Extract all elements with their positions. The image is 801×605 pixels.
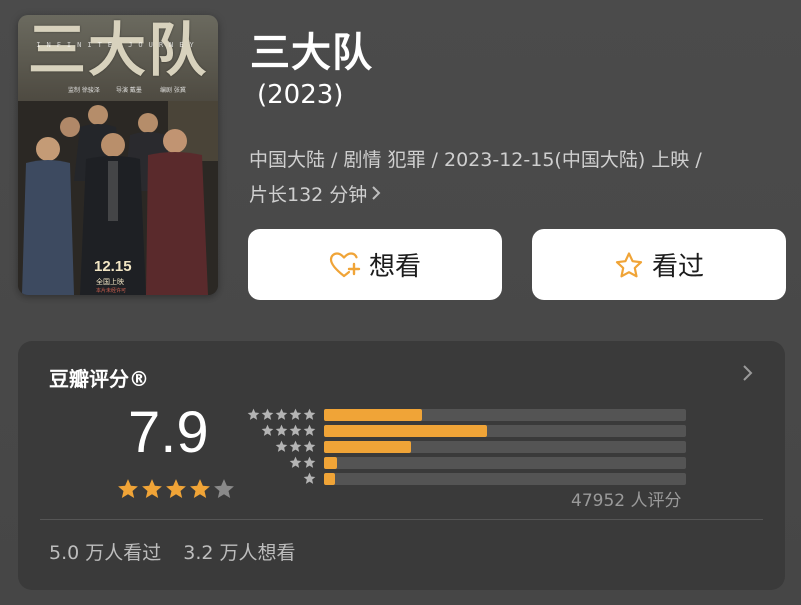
distribution-bar-fill [324, 473, 335, 485]
poster-credit: 监制 徐骏泽 [68, 87, 100, 94]
want-count: 3.2 万人想看 [183, 542, 296, 564]
star-filled-icon [189, 478, 211, 504]
movie-duration: 片长132 分钟 [249, 184, 368, 206]
star-filled-icon [165, 478, 187, 504]
rating-distribution-row [244, 456, 686, 469]
star-small-icon [303, 470, 316, 489]
chevron-right-icon [371, 178, 381, 213]
poster-title: 三大队 [27, 16, 208, 84]
movie-year: (2023) [257, 80, 344, 110]
poster-date: 12.15 [94, 258, 132, 275]
divider [40, 519, 763, 520]
douban-rating-card[interactable]: 豆瓣评分® 7.9 47952 人评分 5.0 万人看过 3.2 万人想看 [18, 341, 785, 590]
distribution-bar-track [324, 425, 686, 437]
want-to-watch-label: 想看 [368, 252, 421, 282]
movie-meta: 中国大陆 / 剧情 犯罪 / 2023-12-15(中国大陆) 上映 / 片长1… [249, 143, 789, 213]
movie-meta-duration[interactable]: 片长132 分钟 [249, 178, 789, 213]
star-filled-icon [141, 478, 163, 504]
rating-distribution-row [244, 472, 686, 485]
rating-heading: 豆瓣评分® [49, 367, 149, 391]
rating-distribution-row [244, 440, 686, 453]
watched-label: 看过 [651, 252, 704, 282]
movie-poster[interactable]: 三大队 INFINITE JOURNEY 监制 徐骏泽 导演 戴墨 编剧 张冀 … [18, 15, 218, 295]
distribution-bar-fill [324, 425, 487, 437]
watched-button[interactable]: 看过 [532, 229, 786, 300]
poster-subtitle: INFINITE JOURNEY [36, 41, 200, 49]
watch-stats: 5.0 万人看过 3.2 万人想看 [49, 538, 296, 565]
poster-fine-print: 本片未经许可 [96, 288, 127, 294]
heart-plus-icon [329, 251, 361, 279]
distribution-bar-fill [324, 457, 337, 469]
poster-credit: 导演 戴墨 [116, 87, 142, 94]
rating-stars [117, 478, 235, 504]
chevron-right-icon[interactable] [742, 363, 754, 387]
distribution-bar-track [324, 457, 686, 469]
rating-distribution-row [244, 424, 686, 437]
distribution-bar-track [324, 441, 686, 453]
rating-score: 7.9 [128, 400, 209, 465]
distribution-bar-track [324, 473, 686, 485]
distribution-bar-fill [324, 441, 411, 453]
distribution-stars [244, 470, 316, 489]
rating-count: 47952 人评分 [571, 491, 682, 511]
movie-page: 三大队 INFINITE JOURNEY 监制 徐骏泽 导演 戴墨 编剧 张冀 … [0, 0, 801, 605]
distribution-bar-fill [324, 409, 422, 421]
star-empty-icon [213, 478, 235, 504]
star-outline-icon [614, 251, 644, 279]
want-to-watch-button[interactable]: 想看 [248, 229, 502, 300]
movie-title: 三大队 [250, 30, 373, 76]
poster-credit: 编剧 张冀 [160, 87, 186, 94]
star-filled-icon [117, 478, 139, 504]
poster-release: 全国上映 [96, 278, 124, 286]
movie-meta-line: 中国大陆 / 剧情 犯罪 / 2023-12-15(中国大陆) 上映 / [249, 149, 702, 171]
seen-count: 5.0 万人看过 [49, 542, 162, 564]
distribution-bar-track [324, 409, 686, 421]
rating-distribution-row [244, 408, 686, 421]
